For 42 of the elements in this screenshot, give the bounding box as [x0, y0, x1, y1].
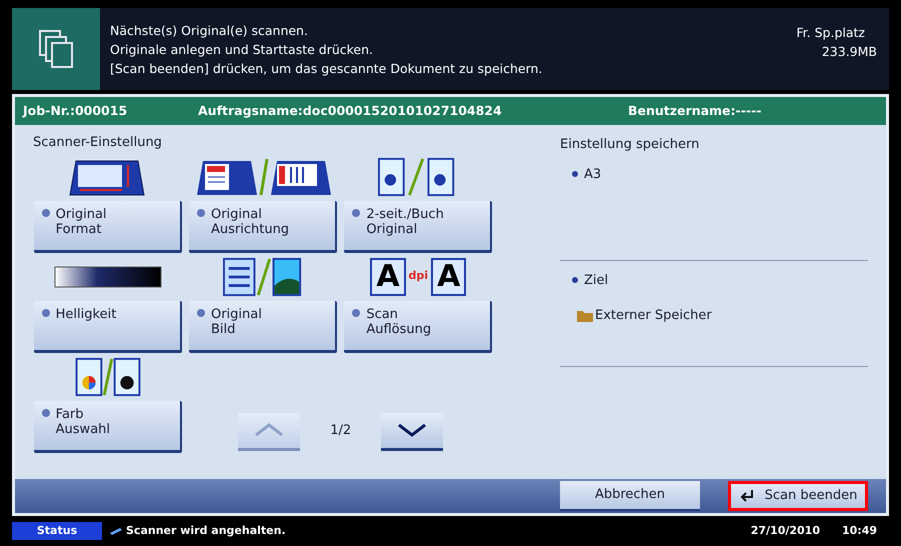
documents-icon: [38, 29, 74, 69]
chevron-up-icon: [254, 423, 284, 437]
dpi-label: dpi: [408, 268, 428, 284]
date-text: 27/10/2010: [750, 522, 820, 539]
saved-settings-title: Einstellung speichern: [560, 136, 700, 154]
instruction-text: Originale anlegen und Starttaste drücken.: [110, 40, 374, 58]
scan-finish-button[interactable]: Scan beenden: [728, 481, 868, 511]
free-space-label: Fr. Sp.platz: [796, 24, 865, 42]
setting-button[interactable]: 2-seit./Buch Original: [344, 200, 492, 252]
job-number: Job-Nr.:000015: [23, 102, 128, 120]
page-up-button[interactable]: [238, 412, 300, 450]
free-space-value: 233.9MB: [822, 43, 877, 61]
status-button[interactable]: Status: [12, 522, 102, 540]
bullet-icon: [572, 277, 578, 284]
instruction-text: Nächste(s) Original(e) scannen.: [110, 22, 309, 40]
setting-value: Ziel: [584, 272, 608, 290]
time-text: 10:49: [842, 522, 877, 539]
letter-icon: A: [370, 258, 406, 296]
setting-button[interactable]: Scan Auflösung: [344, 300, 492, 352]
setting-button[interactable]: Original Ausrichtung: [188, 200, 337, 252]
scanner-status-icon: [110, 527, 122, 535]
setting-value: A3: [584, 166, 602, 184]
destination-text: Externer Speicher: [595, 307, 712, 325]
folder-icon: [577, 310, 593, 322]
setting-button[interactable]: Helligkeit: [34, 300, 182, 352]
status-message: Scanner wird angehalten.: [126, 522, 287, 539]
setting-button[interactable]: Original Format: [34, 200, 182, 252]
setting-button[interactable]: Original Bild: [188, 300, 337, 352]
chevron-down-icon: [397, 423, 428, 437]
user-name: Benutzername:-----: [628, 102, 762, 120]
section-title: Scanner-Einstellung: [33, 134, 163, 152]
page-down-button[interactable]: [381, 412, 444, 450]
setting-button[interactable]: Farb Auswahl: [34, 400, 182, 452]
bullet-icon: [572, 171, 578, 178]
cancel-button[interactable]: Abbrechen: [560, 481, 700, 511]
page-indicator: 1/2: [330, 422, 352, 440]
enter-arrow-icon: [738, 489, 755, 503]
instruction-text: [Scan beenden] drücken, um das gescannte Dokument zu speichern.: [110, 60, 544, 78]
brightness-gradient-icon: [54, 266, 162, 288]
color-mode-icon: [72, 356, 143, 396]
job-name: Auftragsname:doc00001520101027104824: [198, 102, 503, 120]
letter-icon: A: [431, 258, 466, 296]
